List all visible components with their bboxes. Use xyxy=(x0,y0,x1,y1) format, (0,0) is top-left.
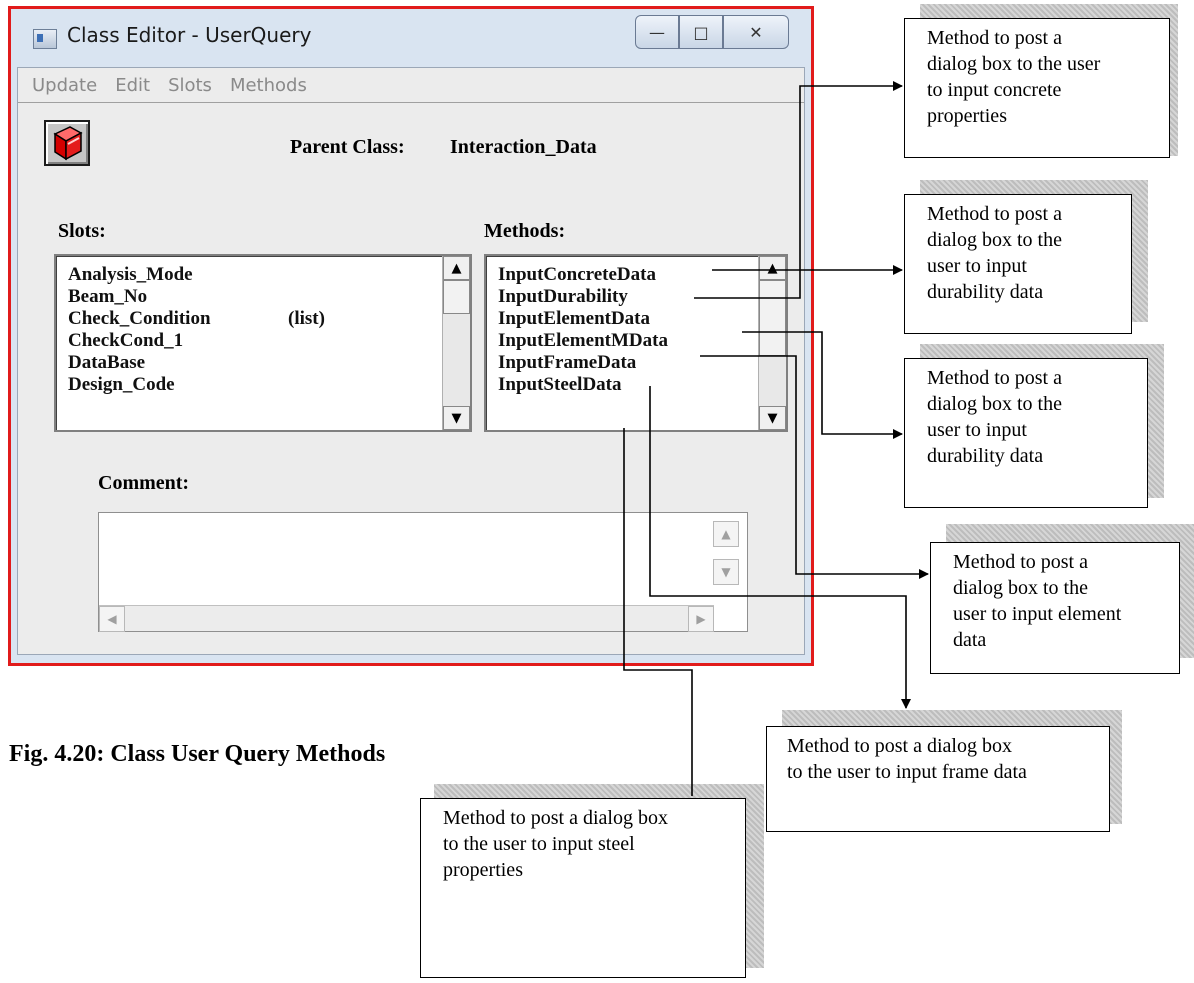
connector-steel xyxy=(623,428,693,796)
connector-element xyxy=(742,331,903,439)
connector-concrete xyxy=(694,81,903,299)
callout-connectors xyxy=(623,81,929,796)
connector-element-m xyxy=(700,355,929,579)
